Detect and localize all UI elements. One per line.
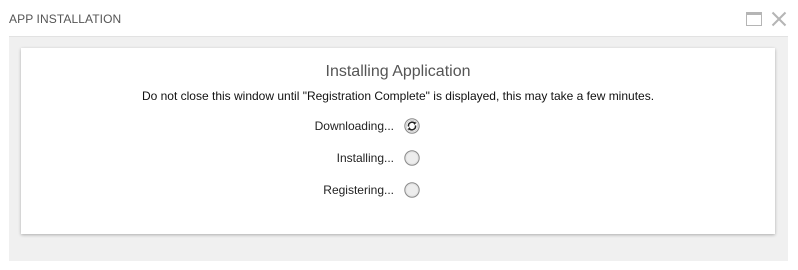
step-label: Downloading... (314, 119, 394, 133)
radio-empty-icon (404, 182, 420, 198)
step-installing: Installing... (21, 148, 775, 168)
close-button[interactable] (770, 10, 788, 28)
title-bar: APP INSTALLATION (0, 0, 798, 36)
radio-empty-icon (404, 150, 420, 166)
maximize-button[interactable] (745, 10, 763, 28)
step-registering: Registering... (21, 180, 775, 200)
step-label: Registering... (323, 183, 394, 197)
step-downloading: Downloading... (21, 116, 775, 136)
close-icon (771, 11, 787, 27)
installation-panel: Installing Application Do not close this… (21, 48, 775, 234)
refresh-icon (404, 118, 420, 134)
panel-title: Installing Application (325, 63, 471, 80)
window-title: APP INSTALLATION (9, 12, 122, 26)
maximize-icon (746, 12, 762, 26)
window-body: Installing Application Do not close this… (9, 36, 788, 261)
step-label: Installing... (336, 151, 394, 165)
panel-subtitle: Do not close this window until "Registra… (141, 89, 655, 103)
app-installation-window: APP INSTALLATION Installing Application … (0, 0, 798, 270)
